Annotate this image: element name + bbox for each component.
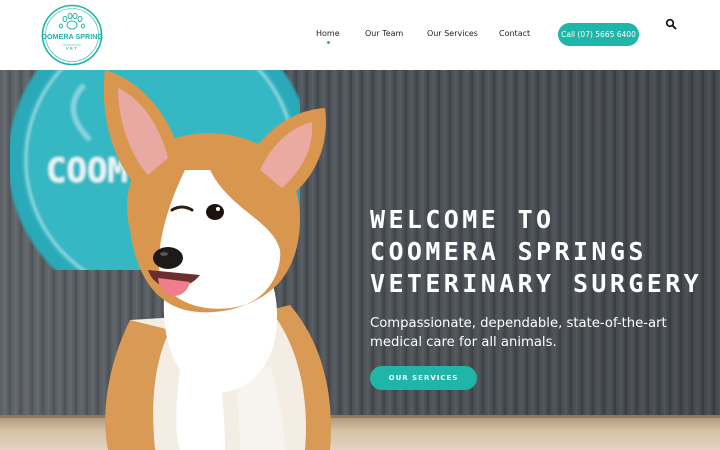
hero-title-line-1: WELCOME TO [370,205,555,234]
hero-banner: COOM WELCOME TO COOMERA SPRINGS VETERINA… [0,70,720,450]
site-logo[interactable]: COOMERA SPRINGS VET [41,4,103,66]
call-button[interactable]: Call (07) 5665 6400 [558,23,639,46]
corgi-puppy-image [103,70,331,450]
search-icon[interactable] [665,18,677,30]
site-header: COOMERA SPRINGS VET Home Our Team Our Se… [0,0,720,70]
logo-text-bottom: VET [66,46,78,51]
nav-contact[interactable]: Contact [499,29,530,38]
our-services-button[interactable]: OUR SERVICES [370,366,477,390]
hero-title-line-3: VETERINARY SURGERY [370,269,703,298]
nav-our-services[interactable]: Our Services [427,29,478,38]
hero-title: WELCOME TO COOMERA SPRINGS VETERINARY SU… [370,204,710,300]
hero-subtitle: Compassionate, dependable, state-of-the-… [370,316,667,350]
logo-text-top: COOMERA SPRINGS [41,32,103,41]
hero-title-line-2: COOMERA SPRINGS [370,237,647,266]
nav-active-indicator [327,41,330,44]
nav-our-team[interactable]: Our Team [365,29,403,38]
nav-home[interactable]: Home [316,29,340,38]
